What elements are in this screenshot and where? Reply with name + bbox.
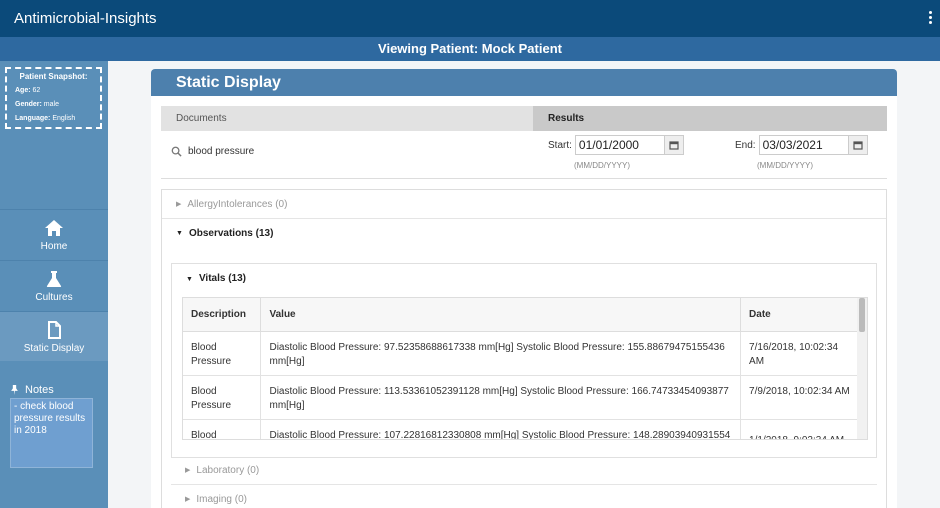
- results-accordion: ▶ AllergyIntolerances (0) ▼ Observations (…: [161, 189, 887, 508]
- start-date-hint: (MM/DD/YYYY): [574, 161, 630, 170]
- scroll-thumb[interactable]: [859, 298, 865, 332]
- cell-date: 1/1/2018, 9:02:34 AM: [740, 419, 859, 439]
- divider: [161, 178, 887, 179]
- table-row: Blood Pressure Diastolic Blood Pressure:…: [183, 375, 859, 420]
- end-date-hint: (MM/DD/YYYY): [757, 161, 813, 170]
- caret-right-icon: ▶: [185, 467, 191, 474]
- cell-value: Diastolic Blood Pressure: 113.5336105239…: [260, 375, 742, 420]
- end-date-label: End:: [735, 139, 756, 151]
- header-date: Date: [740, 298, 859, 332]
- cell-value: Diastolic Blood Pressure: 107.2281681233…: [260, 419, 742, 439]
- app-title: Antimicrobial-Insights: [14, 10, 157, 27]
- search-field[interactable]: blood pressure: [171, 146, 254, 157]
- main-content: Static Display Documents Results blood p…: [108, 61, 940, 508]
- accordion-observations[interactable]: ▼ Observations (13): [162, 219, 886, 248]
- patient-snapshot: Patient Snapshot: Age: 62 Gender: male L…: [5, 67, 102, 129]
- search-icon: [171, 146, 182, 157]
- table-row: Blood Pressure Diastolic Blood Pressure:…: [183, 419, 859, 439]
- home-icon: [45, 220, 63, 236]
- search-input[interactable]: blood pressure: [188, 146, 254, 157]
- calendar-icon: [669, 141, 679, 150]
- start-date-label: Start:: [548, 139, 572, 151]
- table-row: Blood Pressure Diastolic Blood Pressure:…: [183, 331, 859, 376]
- cell-description: Blood Pressure: [183, 375, 262, 420]
- header-description: Description: [183, 298, 262, 332]
- caret-right-icon: ▶: [176, 201, 182, 208]
- start-date-input[interactable]: 01/01/2000: [574, 135, 665, 155]
- nav-item-cultures[interactable]: Cultures: [0, 260, 108, 310]
- notes-textarea[interactable]: - check blood pressure results in 2018: [10, 398, 93, 468]
- pin-icon: [11, 385, 18, 396]
- start-calendar-button[interactable]: [663, 135, 684, 155]
- flask-icon: [46, 271, 62, 287]
- snapshot-age: Age: 62: [15, 87, 41, 94]
- table-scrollbar[interactable]: [857, 298, 867, 439]
- nav-label-cultures: Cultures: [35, 292, 73, 303]
- cell-description: Blood Pressure: [183, 419, 262, 439]
- snapshot-language: Language: English: [15, 115, 76, 122]
- static-display-panel: Static Display Documents Results blood p…: [151, 69, 897, 508]
- vitals-section: ▼ Vitals (13) Description Value Date Blo…: [171, 263, 877, 458]
- snapshot-gender: Gender: male: [15, 101, 59, 108]
- end-calendar-button[interactable]: [847, 135, 868, 155]
- caret-down-icon: ▼: [176, 230, 183, 237]
- tabs: Documents Results: [161, 106, 887, 131]
- calendar-icon: [852, 141, 863, 150]
- notes-label: Notes: [10, 384, 54, 396]
- caret-right-icon: ▶: [185, 496, 191, 503]
- nav-label-static-display: Static Display: [23, 343, 85, 354]
- accordion-imaging[interactable]: ▶ Imaging (0): [171, 485, 877, 508]
- vitals-table[interactable]: Description Value Date Blood Pressure Di…: [182, 297, 868, 440]
- top-bar: Antimicrobial-Insights: [0, 0, 940, 37]
- cell-date: 7/16/2018, 10:02:34 AM: [740, 331, 859, 376]
- accordion-vitals[interactable]: ▼ Vitals (13): [172, 264, 876, 293]
- patient-bar: Viewing Patient: Mock Patient: [0, 37, 940, 61]
- header-value: Value: [260, 298, 742, 332]
- end-date-group: End: 03/03/2021 (MM/DD/YYYY): [735, 135, 868, 170]
- caret-down-icon: ▼: [186, 276, 193, 283]
- start-date-group: Start: 01/01/2000 (MM/DD/YYYY): [548, 135, 684, 170]
- nav-label-home: Home: [40, 241, 68, 252]
- cell-value: Diastolic Blood Pressure: 97.52358688617…: [260, 331, 742, 376]
- tab-results[interactable]: Results: [533, 106, 887, 131]
- end-date-input[interactable]: 03/03/2021: [758, 135, 849, 155]
- cell-description: Blood Pressure: [183, 331, 262, 376]
- snapshot-title: Patient Snapshot:: [19, 72, 88, 81]
- kebab-menu-icon[interactable]: [929, 11, 933, 26]
- sidebar: Patient Snapshot: Age: 62 Gender: male L…: [0, 61, 108, 508]
- document-icon: [48, 321, 61, 339]
- tab-documents[interactable]: Documents: [161, 106, 533, 131]
- cell-date: 7/9/2018, 10:02:34 AM: [740, 375, 859, 420]
- accordion-allergy[interactable]: ▶ AllergyIntolerances (0): [162, 190, 886, 219]
- nav-item-static-display[interactable]: Static Display: [0, 311, 108, 361]
- accordion-laboratory[interactable]: ▶ Laboratory (0): [171, 456, 877, 485]
- nav-item-home[interactable]: Home: [0, 209, 108, 259]
- panel-title: Static Display: [151, 69, 897, 96]
